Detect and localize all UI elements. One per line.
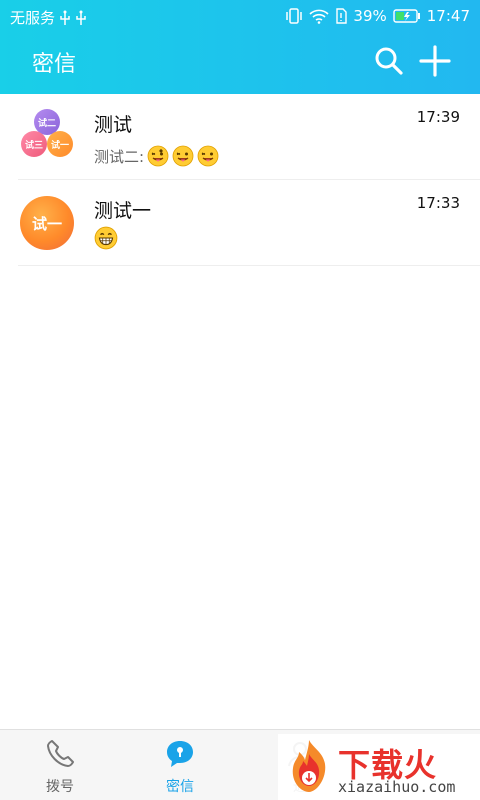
conversation-preview [94,226,118,250]
avatar-bubble: 试一 [47,131,73,157]
search-button[interactable] [372,44,406,78]
phone-icon [47,740,74,767]
wifi-icon [309,9,329,24]
conversation-time: 17:39 [416,108,460,126]
conversation-time: 17:33 [416,194,460,212]
battery-percent: 39% [353,7,387,25]
plus-icon [419,45,451,77]
search-icon [375,47,403,75]
conversation-row[interactable]: 试二 试三 试一 测试 17:39 测试二: [18,94,480,180]
carrier-text: 无服务 [10,9,56,27]
status-time: 17:47 [426,7,470,25]
battery-charging-icon [393,9,420,23]
tongue-wink-emoji-icon [197,145,219,167]
avatar-bubble: 试三 [21,131,47,157]
grin-emoji-icon [94,226,118,250]
conversation-title: 测试 [94,114,133,136]
vibrate-icon [286,8,303,24]
tab-label: 密信 [166,779,194,795]
preview-sender: 测试二: [94,147,145,166]
tab-label: 拨号 [46,779,74,795]
tab-messages[interactable]: 密信 [120,730,240,800]
header: 无服务 39% 17:47 密信 [0,0,480,94]
usb-icon [76,10,86,25]
flame-logo-icon [292,740,326,792]
group-avatar: 试二 试三 试一 [20,109,74,163]
chat-icon [167,741,193,767]
sim-icon [336,8,348,24]
usb-icon [60,10,70,25]
conversation-list: 试二 试三 试一 测试 17:39 测试二: 试一 测试一 17:33 [0,94,480,266]
tongue-wink-emoji-icon [172,145,194,167]
watermark-url: xiazaihuo.com [338,778,456,796]
status-bar: 无服务 39% 17:47 [0,0,480,32]
conversation-row[interactable]: 试一 测试一 17:33 [18,180,480,266]
watermark: 下载火 xiazaihuo.com [278,734,480,800]
tab-dial[interactable]: 拨号 [0,730,120,800]
tongue-wink-emoji-icon [147,145,169,167]
page-title: 密信 [32,52,77,77]
add-button[interactable] [418,44,452,78]
conversation-title: 测试一 [94,200,152,222]
conversation-preview: 测试二: [94,144,219,168]
avatar: 试一 [20,196,74,250]
